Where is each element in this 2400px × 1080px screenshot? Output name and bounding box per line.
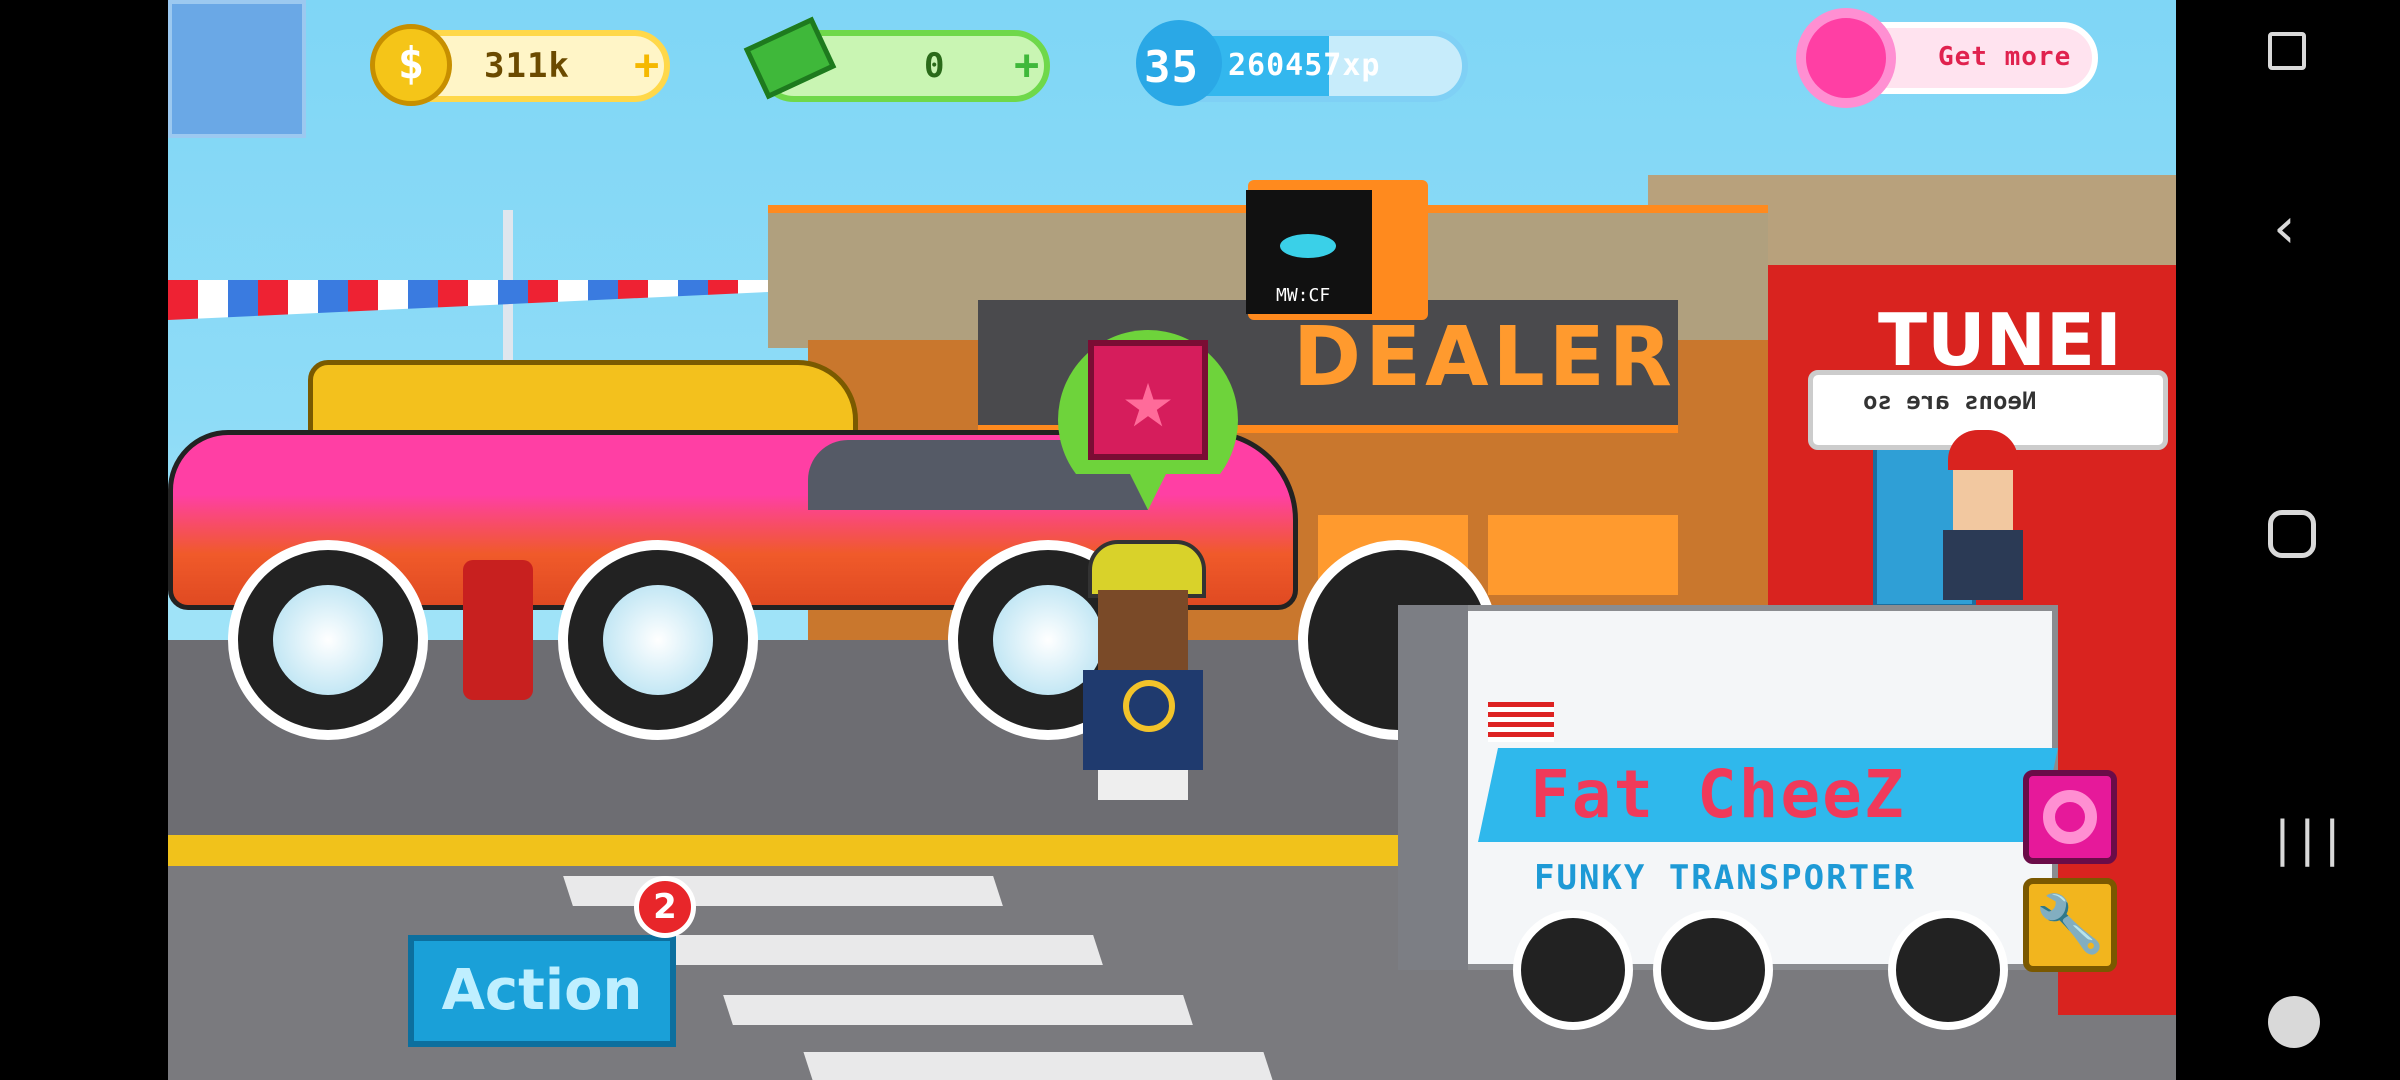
coin-icon: $ <box>370 24 452 106</box>
system-nav-bar: ‹ ||| <box>2176 0 2400 1080</box>
cash-amount: 0 <box>924 46 946 86</box>
npc-body <box>1943 530 2023 600</box>
profile-avatar-button[interactable] <box>168 0 306 138</box>
hubcap <box>603 585 713 695</box>
add-coins-icon[interactable]: + <box>634 40 659 89</box>
star-icon: ★ <box>1088 340 1208 460</box>
player-character[interactable] <box>1078 540 1208 800</box>
ufo-icon <box>1280 234 1336 258</box>
dealer-sign-text: DEALER <box>1293 310 1676 405</box>
get-more-button[interactable]: Get more <box>1796 8 2098 108</box>
npc-cap <box>1948 430 2018 470</box>
crosswalk-stripe <box>803 1052 1273 1080</box>
recents-icon[interactable]: ||| <box>2268 815 2347 863</box>
notification-badge: 2 <box>634 876 696 938</box>
npc-dj[interactable] <box>1938 430 2028 600</box>
player-shoes <box>1098 770 1188 800</box>
back-icon[interactable]: ‹ <box>2268 201 2316 257</box>
player-head <box>1098 590 1188 670</box>
truck-brand: Fat CheeZ <box>1530 756 1906 833</box>
game-scene[interactable]: TUNEI DEALER MW:CF ★ Neons are so Fat Ch… <box>168 0 2176 1080</box>
crosswalk-stripe <box>643 935 1103 965</box>
repair-button[interactable]: 🔧 <box>2023 878 2117 972</box>
speech-text: Neons are so <box>1863 387 2037 415</box>
donut-button[interactable] <box>2023 770 2117 864</box>
xp-bar: 35 260457xp <box>1136 20 1468 106</box>
level-number: 35 <box>1144 42 1199 93</box>
npc-head <box>1953 470 2013 530</box>
xp-amount: 260457xp <box>1228 48 1381 83</box>
counter <box>1488 515 1678 595</box>
crosswalk-stripe <box>723 995 1193 1025</box>
donut-icon <box>2043 790 2097 844</box>
tuner-shop-sign: TUNEI <box>1878 298 2122 382</box>
truck-wheel <box>1513 910 1633 1030</box>
hubcap <box>273 585 383 695</box>
bunting-flags <box>168 280 768 320</box>
dealer-monitor-label: MW:CF <box>1276 285 1331 306</box>
cash-counter[interactable]: 0 + <box>743 16 1050 102</box>
action-button[interactable]: Action <box>408 935 676 1047</box>
us-flag-icon <box>1488 702 1554 742</box>
screenshot-edit-icon[interactable] <box>2268 32 2306 70</box>
donut-currency-icon <box>1796 8 1896 108</box>
truck-subtitle: FUNKY TRANSPORTER <box>1534 858 1916 898</box>
home-icon[interactable] <box>2268 510 2316 558</box>
truck-wheel <box>1888 910 2008 1030</box>
game-tools-icon[interactable] <box>2268 996 2320 1048</box>
gold-chain <box>1123 680 1175 732</box>
coin-counter[interactable]: $ 311k + <box>370 24 670 106</box>
wrench-icon: 🔧 <box>2035 892 2105 957</box>
cash-icon <box>743 16 837 100</box>
get-more-label: Get more <box>1938 42 2072 72</box>
coin-amount: 311k <box>484 46 570 86</box>
add-cash-icon[interactable]: + <box>1014 40 1039 89</box>
npc-kid[interactable] <box>463 560 533 700</box>
crosswalk-stripe <box>563 876 1003 906</box>
truck-trailer-side <box>1398 605 1468 970</box>
truck-wheel <box>1653 910 1773 1030</box>
